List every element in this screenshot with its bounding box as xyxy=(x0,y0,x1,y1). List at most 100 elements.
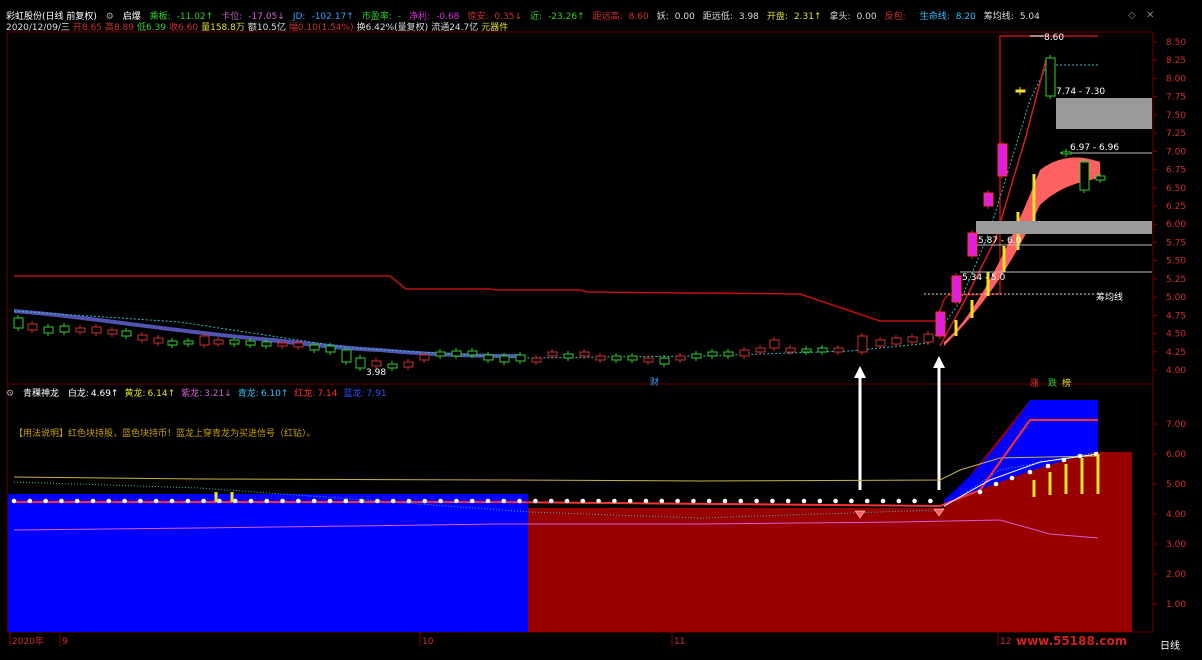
signal-dot xyxy=(74,498,80,504)
indicator-axis-label: 5.00 xyxy=(1166,480,1186,490)
signal-dot xyxy=(548,498,554,504)
candle xyxy=(967,232,978,257)
signal-dot xyxy=(327,498,333,504)
indicator-item-value: 4.69↑ xyxy=(90,389,119,399)
signal-dot xyxy=(564,498,570,504)
price-axis-label: 6.75 xyxy=(1166,166,1186,176)
candle xyxy=(1015,89,1026,93)
rising-ribbon xyxy=(944,157,1100,346)
candle xyxy=(801,348,812,353)
signal-dot xyxy=(501,498,507,504)
candle xyxy=(739,349,750,357)
signal-bang: 榜 xyxy=(1062,379,1072,389)
signal-dot xyxy=(169,498,175,504)
candle xyxy=(43,326,54,334)
indicator-gear-icon[interactable]: ⚙ xyxy=(6,389,14,399)
candle xyxy=(371,360,382,367)
time-axis-label: 11 xyxy=(674,637,685,647)
price-axis-label: 6.00 xyxy=(1166,220,1186,230)
candle xyxy=(13,317,24,329)
zone-label-4: 5.34 - 5.0 xyxy=(962,273,1006,283)
signal-dot xyxy=(517,498,522,504)
candle xyxy=(229,339,240,345)
candle xyxy=(121,330,132,337)
signal-dot xyxy=(185,498,191,504)
time-axis-label: 9 xyxy=(62,637,68,647)
candle xyxy=(435,351,446,357)
period-label[interactable]: 日线 xyxy=(1160,637,1180,652)
candle xyxy=(875,339,886,347)
candle xyxy=(199,335,210,346)
finance-marker[interactable]: 财 xyxy=(650,375,659,388)
signal-dot xyxy=(612,498,617,504)
signal-dot xyxy=(596,498,601,504)
candle xyxy=(245,340,256,346)
signal-dot xyxy=(43,498,48,504)
signal-dot xyxy=(217,498,222,504)
zone-label-3: 5.87 - 6.0 xyxy=(978,236,1022,246)
candle xyxy=(467,350,478,356)
indicator-item-value: 7.14 xyxy=(317,389,338,399)
candle xyxy=(341,349,352,363)
signal-dot xyxy=(977,489,983,495)
signal-dot xyxy=(785,498,791,504)
signal-dot xyxy=(11,498,17,504)
candle xyxy=(107,329,118,335)
signal-dot xyxy=(343,498,349,504)
buy-arrow-head xyxy=(854,366,866,378)
hold-cash-block xyxy=(8,494,528,632)
signal-dot xyxy=(469,498,475,504)
chart-canvas: 8.50 8.25 8.00 7.75 7.50 7.25 7.00 6.75 6.50 6.25… xyxy=(6,31,1186,647)
signal-dot xyxy=(722,498,728,504)
indicator-item-value: 7.91 xyxy=(366,389,387,399)
signal-dot xyxy=(90,498,96,504)
indicator-title[interactable]: 青稞神龙 xyxy=(23,389,59,399)
candle xyxy=(419,354,430,361)
price-axis-label: 5.25 xyxy=(1166,275,1186,285)
price-axis-label: 5.00 xyxy=(1166,293,1186,303)
candle xyxy=(387,363,398,369)
signal-dot xyxy=(375,498,380,504)
candle xyxy=(75,327,86,333)
signal-dot xyxy=(801,498,807,504)
signal-dot xyxy=(533,498,538,504)
candle xyxy=(857,335,868,353)
signal-dot xyxy=(912,498,917,504)
signal-dot xyxy=(770,498,775,504)
price-axis-label: 7.25 xyxy=(1166,129,1186,139)
indicator-item: 蓝龙: xyxy=(343,389,365,399)
signal-dot xyxy=(296,498,301,504)
price-axis-label: 4.25 xyxy=(1166,348,1186,358)
candle xyxy=(935,311,946,337)
candle xyxy=(563,353,574,359)
price-axis-label: 4.75 xyxy=(1166,311,1186,321)
signal-die: 跌 xyxy=(1048,379,1058,389)
price-axis-label: 5.75 xyxy=(1166,238,1186,248)
candle xyxy=(293,342,304,348)
indicator-item: 青龙: xyxy=(237,389,259,399)
candle xyxy=(951,275,962,303)
candle xyxy=(403,361,414,368)
candle xyxy=(907,336,918,343)
signal-dot xyxy=(1061,457,1067,463)
signal-dot xyxy=(390,498,396,504)
price-axis-label: 6.25 xyxy=(1166,202,1186,212)
signal-dot xyxy=(248,498,254,504)
candle xyxy=(627,355,638,361)
signal-dot xyxy=(659,498,665,504)
indicator-axis-label: 2.00 xyxy=(1166,570,1186,580)
candle xyxy=(611,355,622,361)
candle xyxy=(1095,175,1106,181)
signal-dot xyxy=(849,498,854,504)
signal-dot xyxy=(280,498,285,504)
candle xyxy=(27,323,38,331)
price-axis-label: 8.00 xyxy=(1166,74,1186,84)
candle xyxy=(277,342,288,347)
indicator-header: ⚙ 青稞神龙 白龙: 4.69↑ 黄龙: 6.14↑ 紫龙: 3.21↓ 青龙: 6.10↑ 红… xyxy=(6,386,399,399)
indicator-items: 白龙: 4.69↑ 黄龙: 6.14↑ 紫龙: 3.21↓ 青龙: 6.10↑ 红龙: 7.14 蓝… xyxy=(68,389,393,399)
signal-dot xyxy=(817,498,823,504)
signal-dot xyxy=(485,498,491,504)
candle xyxy=(325,345,336,353)
signal-zhang: 涨 xyxy=(1030,379,1040,389)
time-axis-label: 2020年 xyxy=(12,635,44,647)
